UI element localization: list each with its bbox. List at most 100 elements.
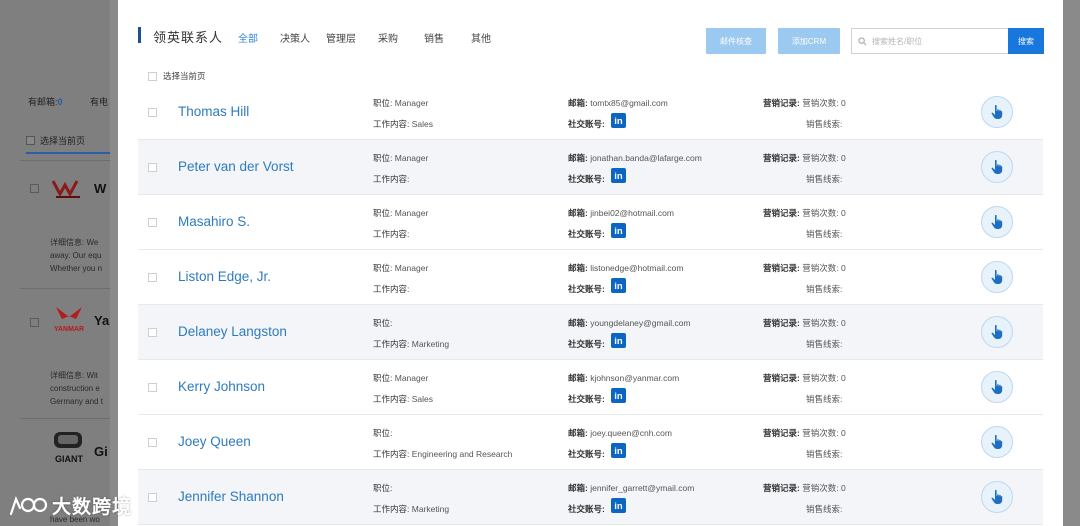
contact-checkbox[interactable]: [148, 438, 157, 447]
marketing-record: 营销记录: 营销次数: 0: [763, 98, 846, 108]
email-field: 邮箱: jonathan.banda@lafarge.com: [568, 153, 702, 163]
sales-leads: 销售线索:: [806, 119, 843, 129]
position-field: 职位: Manager: [373, 373, 429, 383]
contact-name[interactable]: Liston Edge, Jr.: [178, 269, 271, 284]
linkedin-icon[interactable]: in: [611, 113, 626, 128]
contact-action-button[interactable]: [981, 151, 1013, 183]
background-company-name[interactable]: Gi: [94, 444, 108, 459]
linkedin-icon[interactable]: in: [611, 443, 626, 458]
select-current-page[interactable]: 选择当前页: [148, 70, 206, 82]
watermark-logo-icon: [9, 495, 48, 515]
sales-leads: 销售线索:: [806, 394, 843, 404]
contact-action-button[interactable]: [981, 371, 1013, 403]
contact-row: Liston Edge, Jr. 职位: Manager 工作内容: 邮箱: lis…: [138, 250, 1043, 305]
divider: [20, 288, 110, 289]
contact-name[interactable]: Peter van der Vorst: [178, 159, 294, 174]
background-company-name[interactable]: Ya: [94, 313, 109, 328]
marketing-record: 营销记录: 营销次数: 0: [763, 208, 846, 218]
contact-row: Joey Queen 职位: 工作内容: Engineering and Rese…: [138, 415, 1043, 470]
position-field: 职位:: [373, 318, 393, 328]
sales-leads: 销售线索:: [806, 339, 843, 349]
contact-action-button[interactable]: [981, 206, 1013, 238]
linkedin-icon[interactable]: in: [611, 278, 626, 293]
contact-checkbox[interactable]: [148, 328, 157, 337]
position-field: 职位:: [373, 428, 393, 438]
contact-pointer-icon: [991, 159, 1003, 174]
email-field: 邮箱: youngdelaney@gmail.com: [568, 318, 691, 328]
marketing-record: 营销记录: 营销次数: 0: [763, 373, 846, 383]
add-crm-button[interactable]: 添加CRM: [778, 28, 840, 54]
position-field: 职位: Manager: [373, 263, 429, 273]
watermark-text: 大数跨境: [52, 497, 133, 518]
divider: [20, 160, 110, 161]
linkedin-icon[interactable]: in: [611, 168, 626, 183]
background-select-checkbox[interactable]: [26, 136, 35, 145]
contact-checkbox[interactable]: [148, 163, 157, 172]
contact-name[interactable]: Delaney Langston: [178, 324, 287, 339]
contact-action-button[interactable]: [981, 426, 1013, 458]
contact-action-button[interactable]: [981, 96, 1013, 128]
email-field: 邮箱: listonedge@hotmail.com: [568, 263, 684, 273]
watermark: 大数跨境: [8, 492, 132, 519]
social-field: 社交账号:: [568, 504, 605, 514]
search-icon: [858, 36, 867, 45]
linkedin-icon[interactable]: in: [611, 333, 626, 348]
background-company-name[interactable]: W: [94, 181, 106, 196]
contact-name[interactable]: Joey Queen: [178, 434, 251, 449]
work-field: 工作内容: Marketing: [373, 339, 450, 349]
email-field: 邮箱: kjohnson@yanmar.com: [568, 373, 680, 383]
email-field: 邮箱: jinbei02@hotmail.com: [568, 208, 674, 218]
contact-name[interactable]: Kerry Johnson: [178, 379, 265, 394]
linkedin-contacts-modal: 领英联系人 全部 决策人 管理层 采购 销售 其他 邮件核查 添加CRM 搜索 …: [118, 0, 1063, 526]
contact-checkbox[interactable]: [148, 273, 157, 282]
contact-checkbox[interactable]: [148, 493, 157, 502]
contact-name[interactable]: Thomas Hill: [178, 104, 249, 119]
tab-other[interactable]: 其他: [471, 30, 491, 45]
tab-sales[interactable]: 销售: [424, 30, 444, 45]
sales-leads: 销售线索:: [806, 229, 843, 239]
background-company-detail: 详细信息: We away. Our equ Whether you n: [50, 238, 103, 273]
linkedin-icon[interactable]: in: [611, 388, 626, 403]
select-page-checkbox[interactable]: [148, 71, 157, 81]
contact-row: Peter van der Vorst 职位: Manager 工作内容: 邮箱: …: [138, 140, 1043, 195]
email-field: 邮箱: tomtx85@gmail.com: [568, 98, 668, 108]
contact-name[interactable]: Masahiro S.: [178, 214, 250, 229]
contact-list: Thomas Hill 职位: Manager 工作内容: Sales 邮箱: tom…: [138, 85, 1043, 525]
contact-row: Jennifer Shannon 职位: 工作内容: Marketing 邮箱: j…: [138, 470, 1043, 525]
background-select-page[interactable]: 选择当前页: [26, 134, 85, 147]
email-count-stat: 有邮箱:0: [28, 97, 63, 107]
linkedin-icon[interactable]: in: [611, 498, 626, 513]
sales-leads: 销售线索:: [806, 504, 843, 514]
background-company-checkbox[interactable]: [30, 184, 39, 193]
tab-purchasing[interactable]: 采购: [378, 30, 398, 45]
marketing-record: 营销记录: 营销次数: 0: [763, 318, 846, 328]
tab-decision-maker[interactable]: 决策人: [280, 30, 310, 45]
background-tab-underline: [26, 152, 110, 154]
contact-name[interactable]: Jennifer Shannon: [178, 489, 284, 504]
work-field: 工作内容: Sales: [373, 119, 434, 129]
search-button[interactable]: 搜索: [1008, 28, 1044, 54]
social-field: 社交账号:: [568, 284, 605, 294]
linkedin-icon[interactable]: in: [611, 223, 626, 238]
search-box: [851, 28, 1011, 54]
contact-row: Delaney Langston 职位: 工作内容: Marketing 邮箱: y…: [138, 305, 1043, 360]
email-field: 邮箱: joey.queen@cnh.com: [568, 428, 672, 438]
sales-leads: 销售线索:: [806, 174, 843, 184]
title-accent-bar: [138, 27, 141, 43]
contact-checkbox[interactable]: [148, 218, 157, 227]
contact-row: Kerry Johnson 职位: Manager 工作内容: Sales 邮箱: k…: [138, 360, 1043, 415]
contact-checkbox[interactable]: [148, 383, 157, 392]
background-company-checkbox[interactable]: [30, 318, 39, 327]
contact-action-button[interactable]: [981, 481, 1013, 513]
tab-all[interactable]: 全部: [238, 30, 258, 45]
contact-action-button[interactable]: [981, 261, 1013, 293]
yanmar-logo-icon: YANMAR: [54, 307, 84, 333]
contact-pointer-icon: [991, 379, 1003, 394]
sales-leads: 销售线索:: [806, 284, 843, 294]
contact-action-button[interactable]: [981, 316, 1013, 348]
tab-management[interactable]: 管理层: [326, 30, 356, 45]
phone-count-stat: 有电: [90, 97, 109, 107]
search-input[interactable]: [872, 36, 1002, 46]
email-verify-button[interactable]: 邮件核查: [706, 28, 766, 54]
contact-checkbox[interactable]: [148, 108, 157, 117]
